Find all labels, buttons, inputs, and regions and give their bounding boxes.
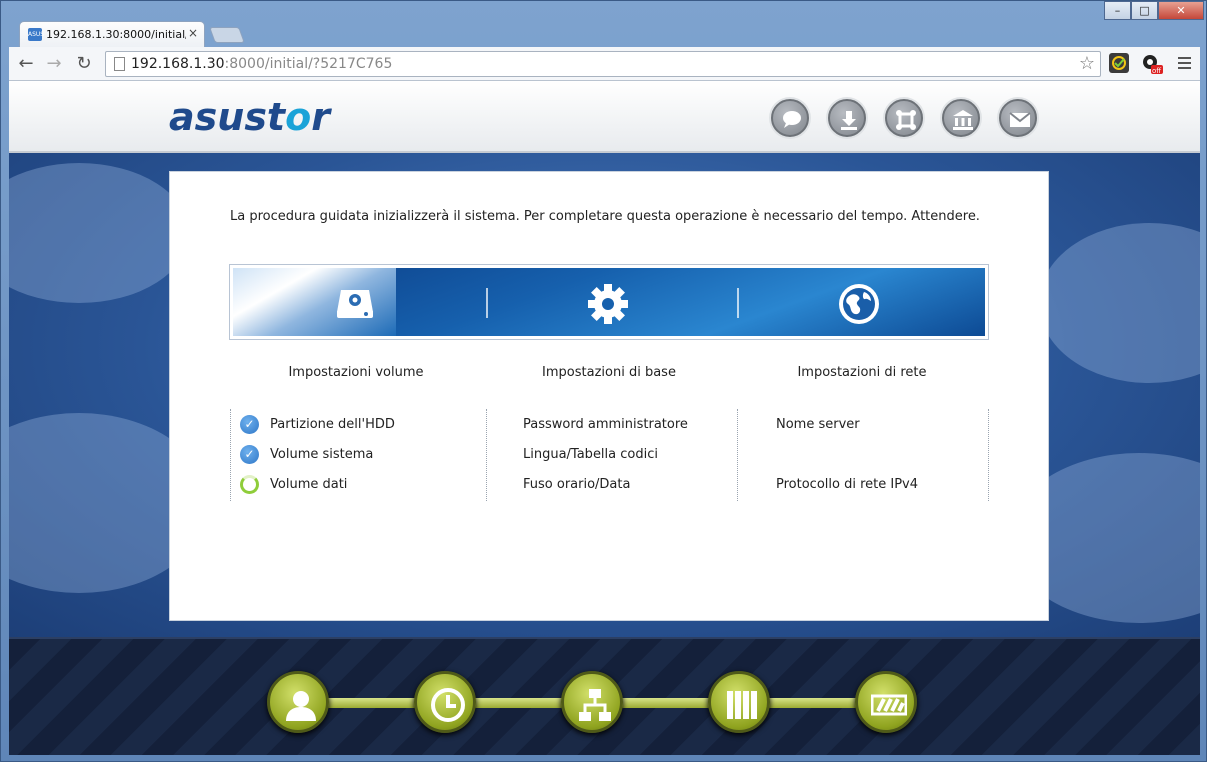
bookmark-star-icon[interactable]: ☆: [1079, 53, 1095, 74]
proxy-off-icon[interactable]: off: [1141, 53, 1163, 75]
download-icon[interactable]: [828, 99, 866, 137]
wizard-intro-text: La procedura guidata inizializzerà il si…: [230, 209, 980, 224]
step-title-base: Impostazioni di base: [542, 365, 676, 380]
institution-icon[interactable]: [942, 99, 980, 137]
window-controls: – □ ✕: [1104, 1, 1204, 20]
address-bar[interactable]: 192.168.1.30:8000/initial/?5217C765 ☆: [105, 51, 1101, 77]
wizard-panel: La procedura guidata inizializzerà il si…: [169, 171, 1049, 621]
browser-tab[interactable]: ASUS 192.168.1.30:8000/initial/?5 ×: [19, 21, 205, 47]
clock-icon: [414, 671, 476, 733]
list-item: Lingua/Tabella codici: [523, 447, 658, 462]
network-topology-icon: [561, 671, 623, 733]
svg-text:off: off: [1152, 67, 1161, 75]
globe-icon: [837, 282, 881, 330]
tab-close-icon[interactable]: ×: [188, 26, 198, 40]
step-separator: [737, 288, 739, 318]
footer-progress-bar: [9, 637, 1200, 755]
list-item: Volume dati: [270, 477, 348, 492]
mail-icon[interactable]: [999, 99, 1037, 137]
step-title-volume: Impostazioni volume: [288, 365, 424, 380]
disk-settings-icon: [335, 282, 375, 326]
storage-icon: [708, 671, 770, 733]
page-icon: [114, 57, 125, 71]
gear-icon: [586, 282, 630, 330]
user-icon: [267, 671, 329, 733]
list-item: Protocollo di rete IPv4: [776, 477, 919, 492]
app-viewport: asustor La procedura guidata inizializze…: [9, 81, 1200, 755]
browser-toolbar: ← → ↻ 192.168.1.30:8000/initial/?5217C76…: [9, 47, 1200, 81]
network-icon[interactable]: [885, 99, 923, 137]
step-separator: [486, 288, 488, 318]
maximize-button[interactable]: □: [1131, 1, 1158, 20]
network-items-column: Nome server Protocollo di rete IPv4: [737, 409, 989, 501]
close-button[interactable]: ✕: [1158, 1, 1204, 20]
app-header: asustor: [9, 81, 1200, 153]
list-item: Password amministratore: [523, 417, 688, 432]
wizard-steps-bar: [230, 265, 988, 339]
asustor-logo: asustor: [169, 95, 330, 139]
back-arrow-icon[interactable]: ←: [15, 53, 37, 74]
chat-bubble-icon[interactable]: [771, 99, 809, 137]
favicon-icon: ASUS: [28, 28, 44, 41]
check-icon: ✓: [240, 445, 259, 464]
url-text: 192.168.1.30:8000/initial/?5217C765: [131, 56, 393, 72]
title-bar: ASUS 192.168.1.30:8000/initial/?5 × – □ …: [1, 1, 1207, 47]
list-item: Partizione dell'HDD: [270, 417, 395, 432]
volume-items-column: ✓ Partizione dell'HDD ✓ Volume sistema V…: [230, 409, 482, 501]
list-item: Volume sistema: [270, 447, 374, 462]
browser-window: ASUS 192.168.1.30:8000/initial/?5 × – □ …: [0, 0, 1207, 762]
minimize-button[interactable]: –: [1104, 1, 1131, 20]
extension-icon[interactable]: [1109, 53, 1129, 73]
tab-title: 192.168.1.30:8000/initial/?5: [46, 28, 186, 41]
check-icon: ✓: [240, 415, 259, 434]
reload-icon[interactable]: ↻: [73, 53, 95, 74]
new-tab-button[interactable]: [209, 27, 245, 43]
list-item: Fuso orario/Data: [523, 477, 631, 492]
loading-spinner-icon: [240, 475, 259, 494]
list-item: Nome server: [776, 417, 860, 432]
base-items-column: Password amministratore Lingua/Tabella c…: [486, 409, 738, 501]
forward-arrow-icon[interactable]: →: [43, 53, 65, 74]
progress-icon: [855, 671, 917, 733]
step-title-network: Impostazioni di rete: [797, 365, 927, 380]
menu-icon[interactable]: [1175, 53, 1195, 73]
